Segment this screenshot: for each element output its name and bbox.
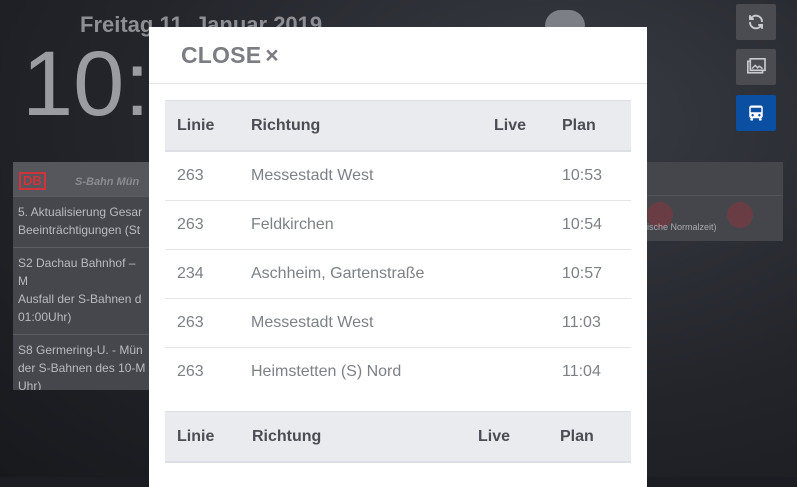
departures-modal: CLOSE × Linie Richtung Live Plan 263 Mess… bbox=[149, 27, 647, 487]
table-row: 263 Feldkirchen 10:54 bbox=[165, 200, 631, 250]
cell-plan: 10:53 bbox=[550, 151, 631, 201]
modal-header: CLOSE × bbox=[149, 27, 647, 84]
table-row: 263 Messestadt West 11:03 bbox=[165, 298, 631, 348]
col-header-live: Live bbox=[482, 100, 550, 152]
col-header-plan: Plan bbox=[548, 411, 631, 463]
status-dot bbox=[727, 202, 753, 228]
cell-live bbox=[482, 298, 550, 348]
cell-line: 263 bbox=[165, 151, 239, 201]
table-header-row: Linie Richtung Live Plan bbox=[165, 411, 631, 463]
table-row: 234 Aschheim, Gartenstraße 10:57 bbox=[165, 249, 631, 299]
refresh-icon bbox=[749, 14, 763, 30]
close-icon: × bbox=[265, 41, 279, 68]
cell-line: 263 bbox=[165, 298, 239, 348]
cell-plan: 11:03 bbox=[550, 298, 631, 348]
departures-table-2: Linie Richtung Live Plan bbox=[165, 411, 631, 463]
news-header: DB S-Bahn Mün bbox=[13, 162, 153, 196]
cell-line: 263 bbox=[165, 200, 239, 250]
cell-live bbox=[482, 200, 550, 250]
bus-icon bbox=[749, 105, 763, 121]
col-header-line: Linie bbox=[165, 100, 239, 152]
cell-live bbox=[482, 348, 550, 397]
cell-direction: Messestadt West bbox=[239, 298, 482, 348]
cell-line: 234 bbox=[165, 249, 239, 299]
cell-direction: Feldkirchen bbox=[239, 200, 482, 250]
image-gallery-icon bbox=[747, 58, 766, 74]
db-logo: DB bbox=[19, 172, 46, 190]
cell-direction: Heimstetten (S) Nord bbox=[251, 363, 402, 380]
close-label: CLOSE bbox=[181, 41, 262, 68]
col-header-line: Linie bbox=[165, 411, 240, 463]
news-item: S8 Germering-U. - Mün der S-Bahnen des 1… bbox=[13, 334, 153, 390]
col-header-plan: Plan bbox=[550, 100, 631, 152]
close-button[interactable]: CLOSE × bbox=[181, 42, 279, 69]
cell-live bbox=[482, 249, 550, 299]
col-header-live: Live bbox=[466, 411, 548, 463]
bus-button[interactable] bbox=[736, 95, 776, 131]
col-header-direction: Richtung bbox=[240, 411, 466, 463]
news-panel: DB S-Bahn Mün 5. Aktualisierung Gesar Be… bbox=[13, 162, 153, 390]
gallery-button[interactable] bbox=[736, 49, 776, 85]
refresh-button[interactable] bbox=[736, 4, 776, 40]
news-brand: S-Bahn Mün bbox=[75, 176, 140, 188]
table-header-row: Linie Richtung Live Plan bbox=[165, 100, 631, 152]
table-row: 263 Heimstetten (S) Nord 11:04 bbox=[165, 348, 631, 397]
cell-line: 263 bbox=[177, 363, 204, 380]
cell-plan: 10:54 bbox=[550, 200, 631, 250]
cell-direction: Messestadt West bbox=[239, 151, 482, 201]
news-item: 5. Aktualisierung Gesar Beeinträchtigung… bbox=[13, 196, 153, 247]
clock-display: 10: bbox=[22, 33, 150, 135]
cell-direction: Aschheim, Gartenstraße bbox=[239, 249, 482, 299]
news-item: S2 Dachau Bahnhof – M Ausfall der S-Bahn… bbox=[13, 247, 153, 334]
table-row: 263 Messestadt West 10:53 bbox=[165, 151, 631, 201]
cell-plan: 10:57 bbox=[550, 249, 631, 299]
col-header-direction: Richtung bbox=[239, 100, 482, 152]
cell-plan: 11:04 bbox=[562, 363, 601, 380]
departures-table: Linie Richtung Live Plan 263 Messestadt … bbox=[165, 100, 631, 396]
cell-live bbox=[482, 151, 550, 201]
timezone-note: ische Normalzeit) bbox=[647, 222, 717, 232]
